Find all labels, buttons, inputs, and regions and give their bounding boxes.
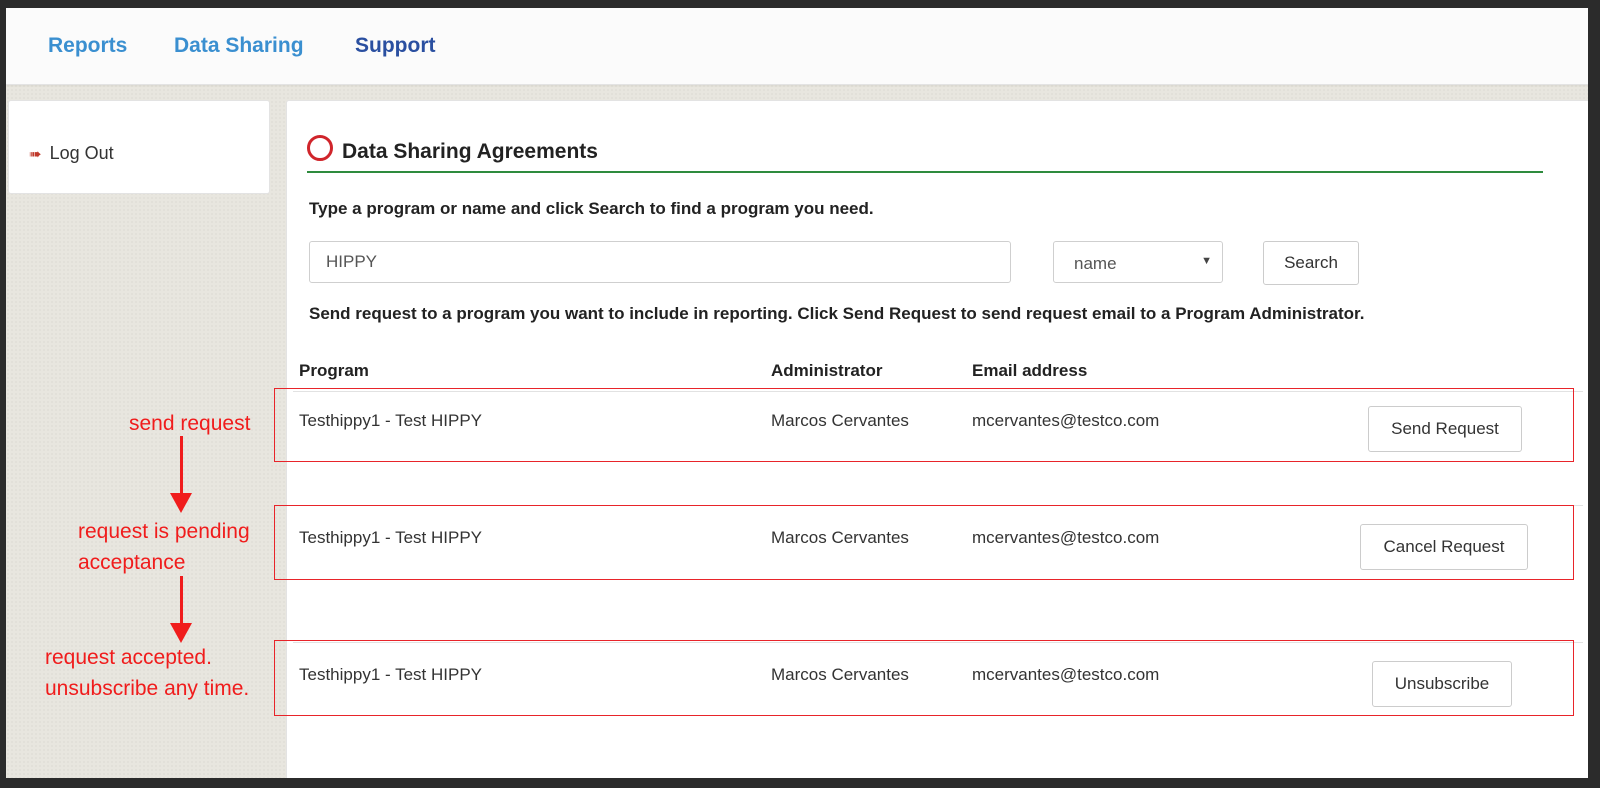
search-instructions: Type a program or name and click Search … [309, 199, 874, 218]
nav-reports[interactable]: Reports [48, 34, 127, 58]
annotation-send-request: send request [129, 412, 251, 435]
search-input[interactable] [309, 241, 1011, 283]
annotation-accepted-line2: unsubscribe any time. [45, 677, 250, 700]
logout-label: Log Out [49, 143, 114, 163]
annotation-pending-line2: acceptance [78, 551, 186, 574]
arrow-down-icon [170, 623, 192, 643]
sign-out-icon: ➠ [29, 146, 42, 163]
column-header-program: Program [299, 361, 369, 380]
column-header-email: Email address [972, 361, 1088, 380]
sidebar: ➠ Log Out [8, 100, 270, 194]
page-title: Data Sharing Agreements [342, 140, 598, 163]
annotation-arrow-shaft [180, 436, 183, 496]
annotation-pending-line1: request is pending [78, 520, 250, 543]
search-button[interactable]: Search [1263, 241, 1359, 285]
search-filter-value: name [1074, 254, 1117, 273]
top-navbar: Reports Data Sharing Support [6, 8, 1588, 85]
nav-data-sharing[interactable]: Data Sharing [174, 34, 304, 58]
annotation-box-pending [274, 505, 1574, 580]
annotation-box-accepted [274, 640, 1574, 716]
column-header-administrator: Administrator [771, 361, 883, 380]
request-instructions: Send request to a program you want to in… [309, 304, 1365, 323]
page-header: Data Sharing Agreements [307, 135, 1543, 173]
annotation-box-send [274, 388, 1574, 462]
nav-support[interactable]: Support [355, 34, 435, 58]
logout-link[interactable]: ➠ Log Out [29, 143, 114, 164]
app-frame: Reports Data Sharing Support ➠ Log Out Da… [6, 8, 1588, 778]
circle-icon [307, 135, 333, 161]
arrow-down-icon [170, 493, 192, 513]
annotation-arrow-shaft [180, 576, 183, 626]
chevron-down-icon: ▼ [1201, 255, 1212, 267]
annotation-accepted-line1: request accepted. [45, 646, 212, 669]
search-filter-select[interactable]: name ▼ [1053, 241, 1223, 283]
